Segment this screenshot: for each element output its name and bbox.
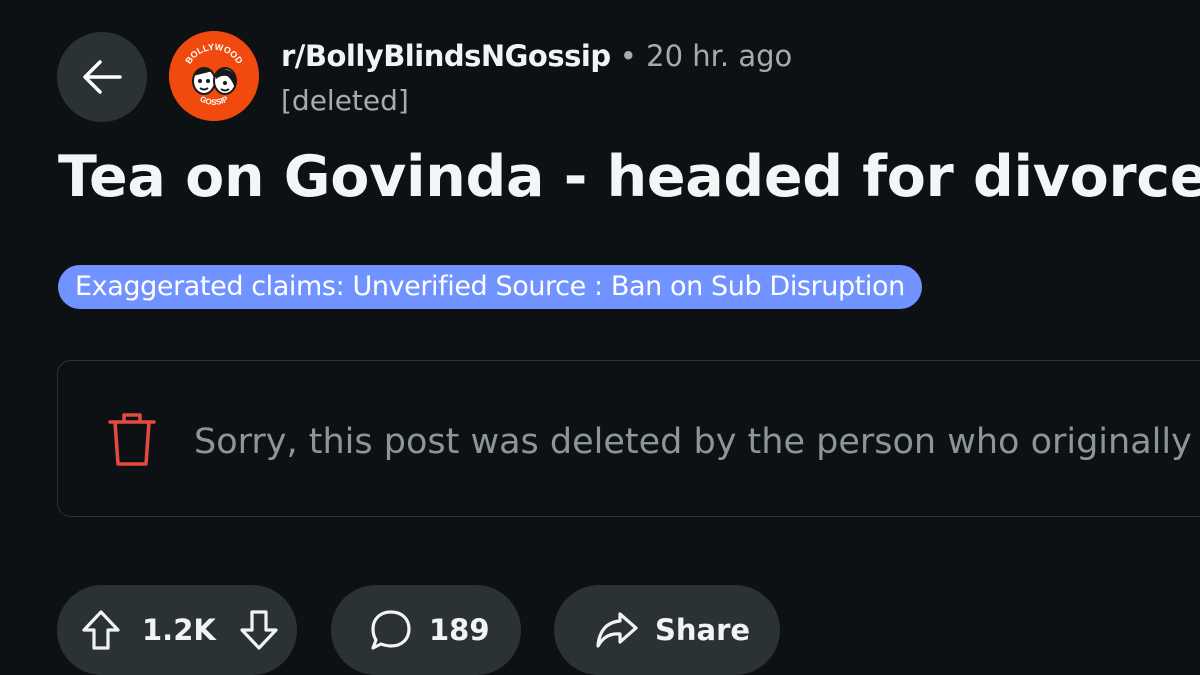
vote-bar: 1.2K [57, 585, 297, 675]
meta-separator: • [619, 39, 637, 73]
share-button[interactable]: Share [554, 585, 780, 675]
back-button[interactable] [57, 32, 147, 122]
subreddit-name-link[interactable]: r/BollyBlindsNGossip [281, 39, 611, 73]
comment-bubble-icon [371, 610, 411, 650]
post-title: Tea on Govinda - headed for divorce [58, 144, 1200, 210]
share-label: Share [655, 613, 751, 647]
post-time: 20 hr. ago [646, 39, 793, 73]
comment-count: 189 [429, 613, 490, 647]
post-page: BOLLYWOOD GOSSIP r/BollyBlindsNGossip • … [0, 0, 1200, 675]
share-arrow-icon [596, 612, 638, 648]
arrow-left-icon [83, 60, 122, 94]
vote-count: 1.2K [142, 613, 216, 647]
trash-icon [108, 413, 156, 466]
downvote-arrow-icon[interactable] [238, 608, 280, 652]
post-flair[interactable]: Exaggerated claims: Unverified Source : … [58, 265, 922, 309]
subreddit-avatar[interactable]: BOLLYWOOD GOSSIP [169, 31, 259, 121]
deleted-message: Sorry, this post was deleted by the pers… [194, 422, 1200, 462]
post-meta: r/BollyBlindsNGossip • 20 hr. ago [281, 36, 792, 76]
comments-button[interactable]: 189 [331, 585, 521, 675]
bollywood-gossip-logo: BOLLYWOOD GOSSIP [169, 31, 259, 121]
upvote-arrow-icon[interactable] [80, 608, 122, 652]
post-author: [deleted] [281, 84, 409, 117]
